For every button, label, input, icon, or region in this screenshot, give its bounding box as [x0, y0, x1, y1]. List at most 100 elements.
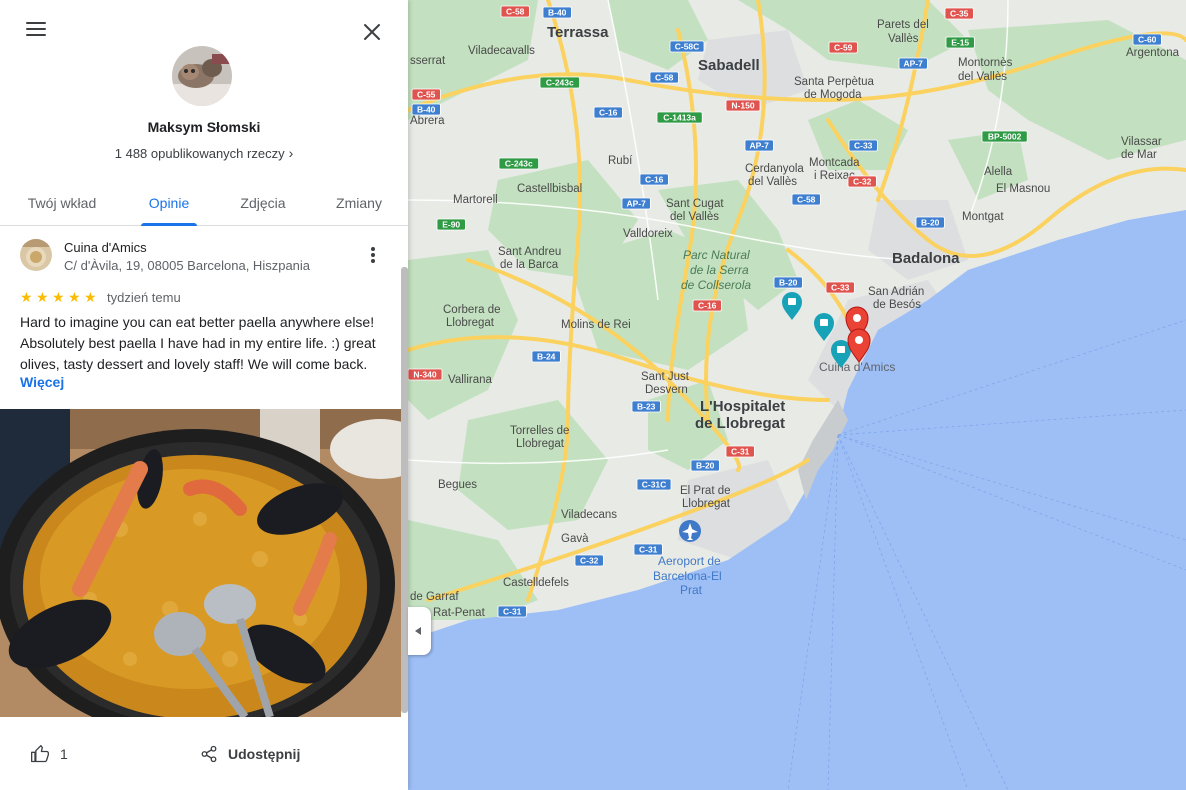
map-label: Vallirana: [448, 374, 492, 386]
tab-reviews[interactable]: Opinie: [141, 180, 197, 226]
map-label: Corbera de: [443, 304, 501, 316]
like-count: 1: [60, 746, 68, 762]
road-shield-label: AP-7: [750, 141, 770, 151]
road-shield-label: N-150: [731, 101, 754, 111]
road-shield: AP-7: [898, 57, 928, 70]
road-shield: E-90: [436, 218, 466, 231]
road-shield: N-340: [408, 368, 443, 381]
road-shield-label: B-40: [548, 8, 567, 18]
road-shield: C-33: [848, 139, 878, 152]
road-shield-label: AP-7: [627, 199, 647, 209]
user-posts-link[interactable]: 1 488 opublikowanych rzeczy ›: [0, 145, 408, 161]
share-label: Udostępnij: [228, 746, 301, 762]
map-label: Cerdanyola: [745, 163, 804, 175]
map-label: Barcelona-El: [653, 569, 722, 583]
map-label: Alella: [984, 166, 1013, 178]
more-vert-icon[interactable]: [362, 245, 384, 269]
share-icon: [201, 745, 217, 763]
map-label: Santa Perpètua: [794, 76, 875, 88]
map-label: del Vallès: [958, 71, 1007, 83]
map-label: sserrat: [410, 55, 446, 67]
road-shield: C-32: [847, 175, 877, 188]
share-button[interactable]: Udostępnij: [200, 742, 300, 766]
road-shield-label: C-16: [645, 175, 664, 185]
airport-icon[interactable]: [679, 520, 701, 542]
road-shield-label: B-23: [637, 402, 656, 412]
more-link[interactable]: Więcej: [20, 374, 64, 390]
tab-edits[interactable]: Zmiany: [330, 180, 388, 226]
road-shield: N-150: [725, 99, 761, 112]
side-panel: Maksym Słomski 1 488 opublikowanych rzec…: [0, 0, 408, 790]
road-shield-label: C-16: [599, 108, 618, 118]
hamburger-menu-icon[interactable]: [18, 18, 54, 44]
avatar[interactable]: [172, 46, 232, 106]
tab-photos[interactable]: Zdjęcia: [234, 180, 292, 226]
map-label: Gavà: [561, 533, 589, 545]
star-rating: ★ ★ ★ ★ ★: [20, 289, 100, 306]
map-label: Rat-Penat: [433, 607, 486, 619]
tab-contributions[interactable]: Twój wkład: [18, 180, 106, 226]
map-label: de Besós: [873, 299, 921, 311]
poi-label[interactable]: Cuina d'Amics: [819, 360, 895, 374]
road-shield: C-35: [944, 7, 974, 20]
map-label: Aeroport de: [658, 554, 721, 568]
map-label: Terrassa: [547, 24, 609, 41]
road-shield: C-16: [692, 299, 722, 312]
map-label: L'Hospitalet: [700, 398, 785, 415]
scrollbar[interactable]: [401, 267, 408, 713]
road-shield: E-15: [945, 36, 975, 49]
road-shield-label: C-55: [417, 90, 436, 100]
map-label: de Llobregat: [695, 415, 785, 432]
map-label: Montcada: [809, 157, 860, 169]
map-label: Sant Just: [641, 371, 690, 383]
road-shield-label: C-58: [506, 7, 525, 17]
review-time: tydzień temu: [107, 290, 181, 305]
road-shield: B-40: [542, 6, 572, 19]
map-label: Rubí: [608, 155, 633, 167]
road-shield: C-58: [500, 5, 530, 18]
road-shield: C-58C: [669, 40, 705, 53]
road-shield-label: C-32: [580, 556, 599, 566]
road-shield-label: C-58: [655, 73, 674, 83]
collapse-panel-button[interactable]: [408, 607, 431, 655]
map-label: Sabadell: [698, 57, 760, 74]
road-shield: B-20: [773, 276, 803, 289]
map-label: de la Barca: [500, 259, 559, 271]
posts-count: 1 488 opublikowanych rzeczy: [114, 146, 285, 161]
road-shield: C-58: [649, 71, 679, 84]
map-label: Sant Cugat: [666, 198, 724, 210]
road-shield-label: C-31: [731, 447, 750, 457]
map-label: de Garraf: [410, 591, 459, 603]
map-canvas[interactable]: Terrassa Sabadell Badalona L'Hospitalet …: [408, 0, 1186, 790]
road-shield: C-1413a: [656, 111, 703, 124]
road-shield-label: C-1413a: [663, 113, 696, 123]
road-shield-label: C-243c: [546, 78, 574, 88]
map-label: de Collserola: [681, 278, 751, 292]
road-shield-label: BP-5002: [988, 132, 1022, 142]
map-label: Llobregat: [446, 317, 495, 329]
road-shield: C-16: [593, 106, 623, 119]
road-shield-label: AP-7: [904, 59, 924, 69]
road-shield: BP-5002: [981, 130, 1028, 143]
star-icon: ★: [84, 289, 97, 305]
road-shield: C-243c: [539, 76, 580, 89]
star-icon: ★: [20, 289, 33, 305]
road-shield-label: E-15: [951, 38, 969, 48]
road-shield-label: B-24: [537, 352, 556, 362]
like-button[interactable]: 1: [30, 742, 68, 766]
road-shield: C-31C: [636, 478, 672, 491]
road-shield: C-31: [725, 445, 755, 458]
close-icon[interactable]: [356, 16, 388, 48]
chevron-right-icon: ›: [288, 145, 294, 161]
review-photo[interactable]: [0, 409, 401, 717]
road-shield-label: C-31C: [642, 480, 667, 490]
road-shield: AP-7: [621, 197, 651, 210]
place-name[interactable]: Cuina d'Amics: [64, 240, 147, 255]
map-label: Llobregat: [516, 438, 565, 450]
road-shield-label: C-31: [503, 607, 522, 617]
place-thumbnail[interactable]: [20, 239, 52, 271]
road-shield-label: C-16: [698, 301, 717, 311]
map-label: Llobregat: [682, 498, 731, 510]
road-shield: C-243c: [498, 157, 539, 170]
map-label: Montgat: [962, 211, 1004, 223]
